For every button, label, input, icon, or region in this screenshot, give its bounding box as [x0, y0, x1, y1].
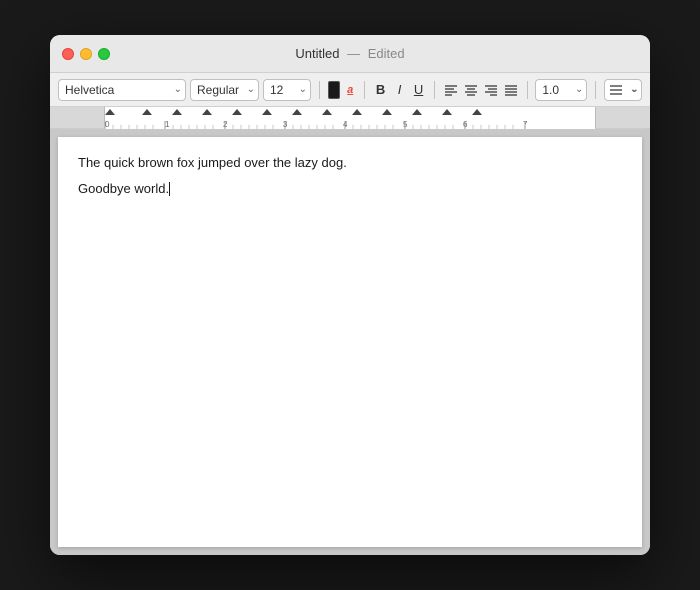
list-button[interactable]	[604, 79, 642, 101]
ruler-left-margin	[50, 107, 105, 128]
separator-3	[434, 81, 435, 99]
toolbar: Helvetica Arial Times New Roman Regular …	[50, 73, 650, 107]
line-spacing-select[interactable]: 1.0 1.5 2.0	[535, 79, 587, 101]
font-family-wrapper[interactable]: Helvetica Arial Times New Roman	[58, 79, 186, 101]
text-content-2: Goodbye world.	[78, 181, 169, 196]
highlight-button[interactable]: a	[344, 81, 356, 99]
text-line-1: The quick brown fox jumped over the lazy…	[78, 153, 622, 173]
align-center-button[interactable]	[463, 79, 479, 101]
justify-button[interactable]	[503, 79, 519, 101]
separator-1	[319, 81, 320, 99]
line-spacing-wrapper[interactable]: 1.0 1.5 2.0	[535, 79, 587, 101]
titlebar: Untitled — Edited	[50, 35, 650, 73]
svg-text:1: 1	[165, 120, 170, 129]
traffic-lights	[62, 48, 110, 60]
document-text: The quick brown fox jumped over the lazy…	[78, 153, 622, 198]
ruler-right-margin	[595, 107, 650, 128]
italic-button[interactable]: I	[392, 79, 407, 101]
underline-button[interactable]: U	[411, 79, 426, 101]
bold-button[interactable]: B	[373, 79, 388, 101]
close-button[interactable]	[62, 48, 74, 60]
separator-2	[364, 81, 365, 99]
content-area: The quick brown fox jumped over the lazy…	[50, 129, 650, 555]
ruler: 0 1 2	[50, 107, 650, 129]
separator-5	[595, 81, 596, 99]
title-separator: —	[343, 46, 363, 61]
align-left-button[interactable]	[443, 79, 459, 101]
minimize-button[interactable]	[80, 48, 92, 60]
font-size-select[interactable]: 12 10 11 14 16	[263, 79, 311, 101]
page-area[interactable]: The quick brown fox jumped over the lazy…	[50, 129, 650, 555]
separator-4	[527, 81, 528, 99]
maximize-button[interactable]	[98, 48, 110, 60]
text-cursor	[169, 182, 170, 196]
font-size-wrapper[interactable]: 12 10 11 14 16	[263, 79, 311, 101]
window-title: Untitled — Edited	[295, 46, 404, 61]
page[interactable]: The quick brown fox jumped over the lazy…	[58, 137, 642, 547]
text-color-swatch[interactable]	[328, 81, 340, 99]
app-window: Untitled — Edited Helvetica Arial Times …	[50, 35, 650, 555]
list-button-wrapper[interactable]: ⌄	[604, 79, 642, 101]
edited-status: Edited	[368, 46, 405, 61]
font-family-select[interactable]: Helvetica Arial Times New Roman	[58, 79, 186, 101]
text-line-2: Goodbye world.	[78, 179, 622, 199]
font-style-wrapper[interactable]: Regular Bold Italic	[190, 79, 259, 101]
ruler-canvas: 0 1 2	[105, 107, 595, 129]
svg-text:0: 0	[105, 120, 110, 129]
font-style-select[interactable]: Regular Bold Italic	[190, 79, 259, 101]
align-right-button[interactable]	[483, 79, 499, 101]
